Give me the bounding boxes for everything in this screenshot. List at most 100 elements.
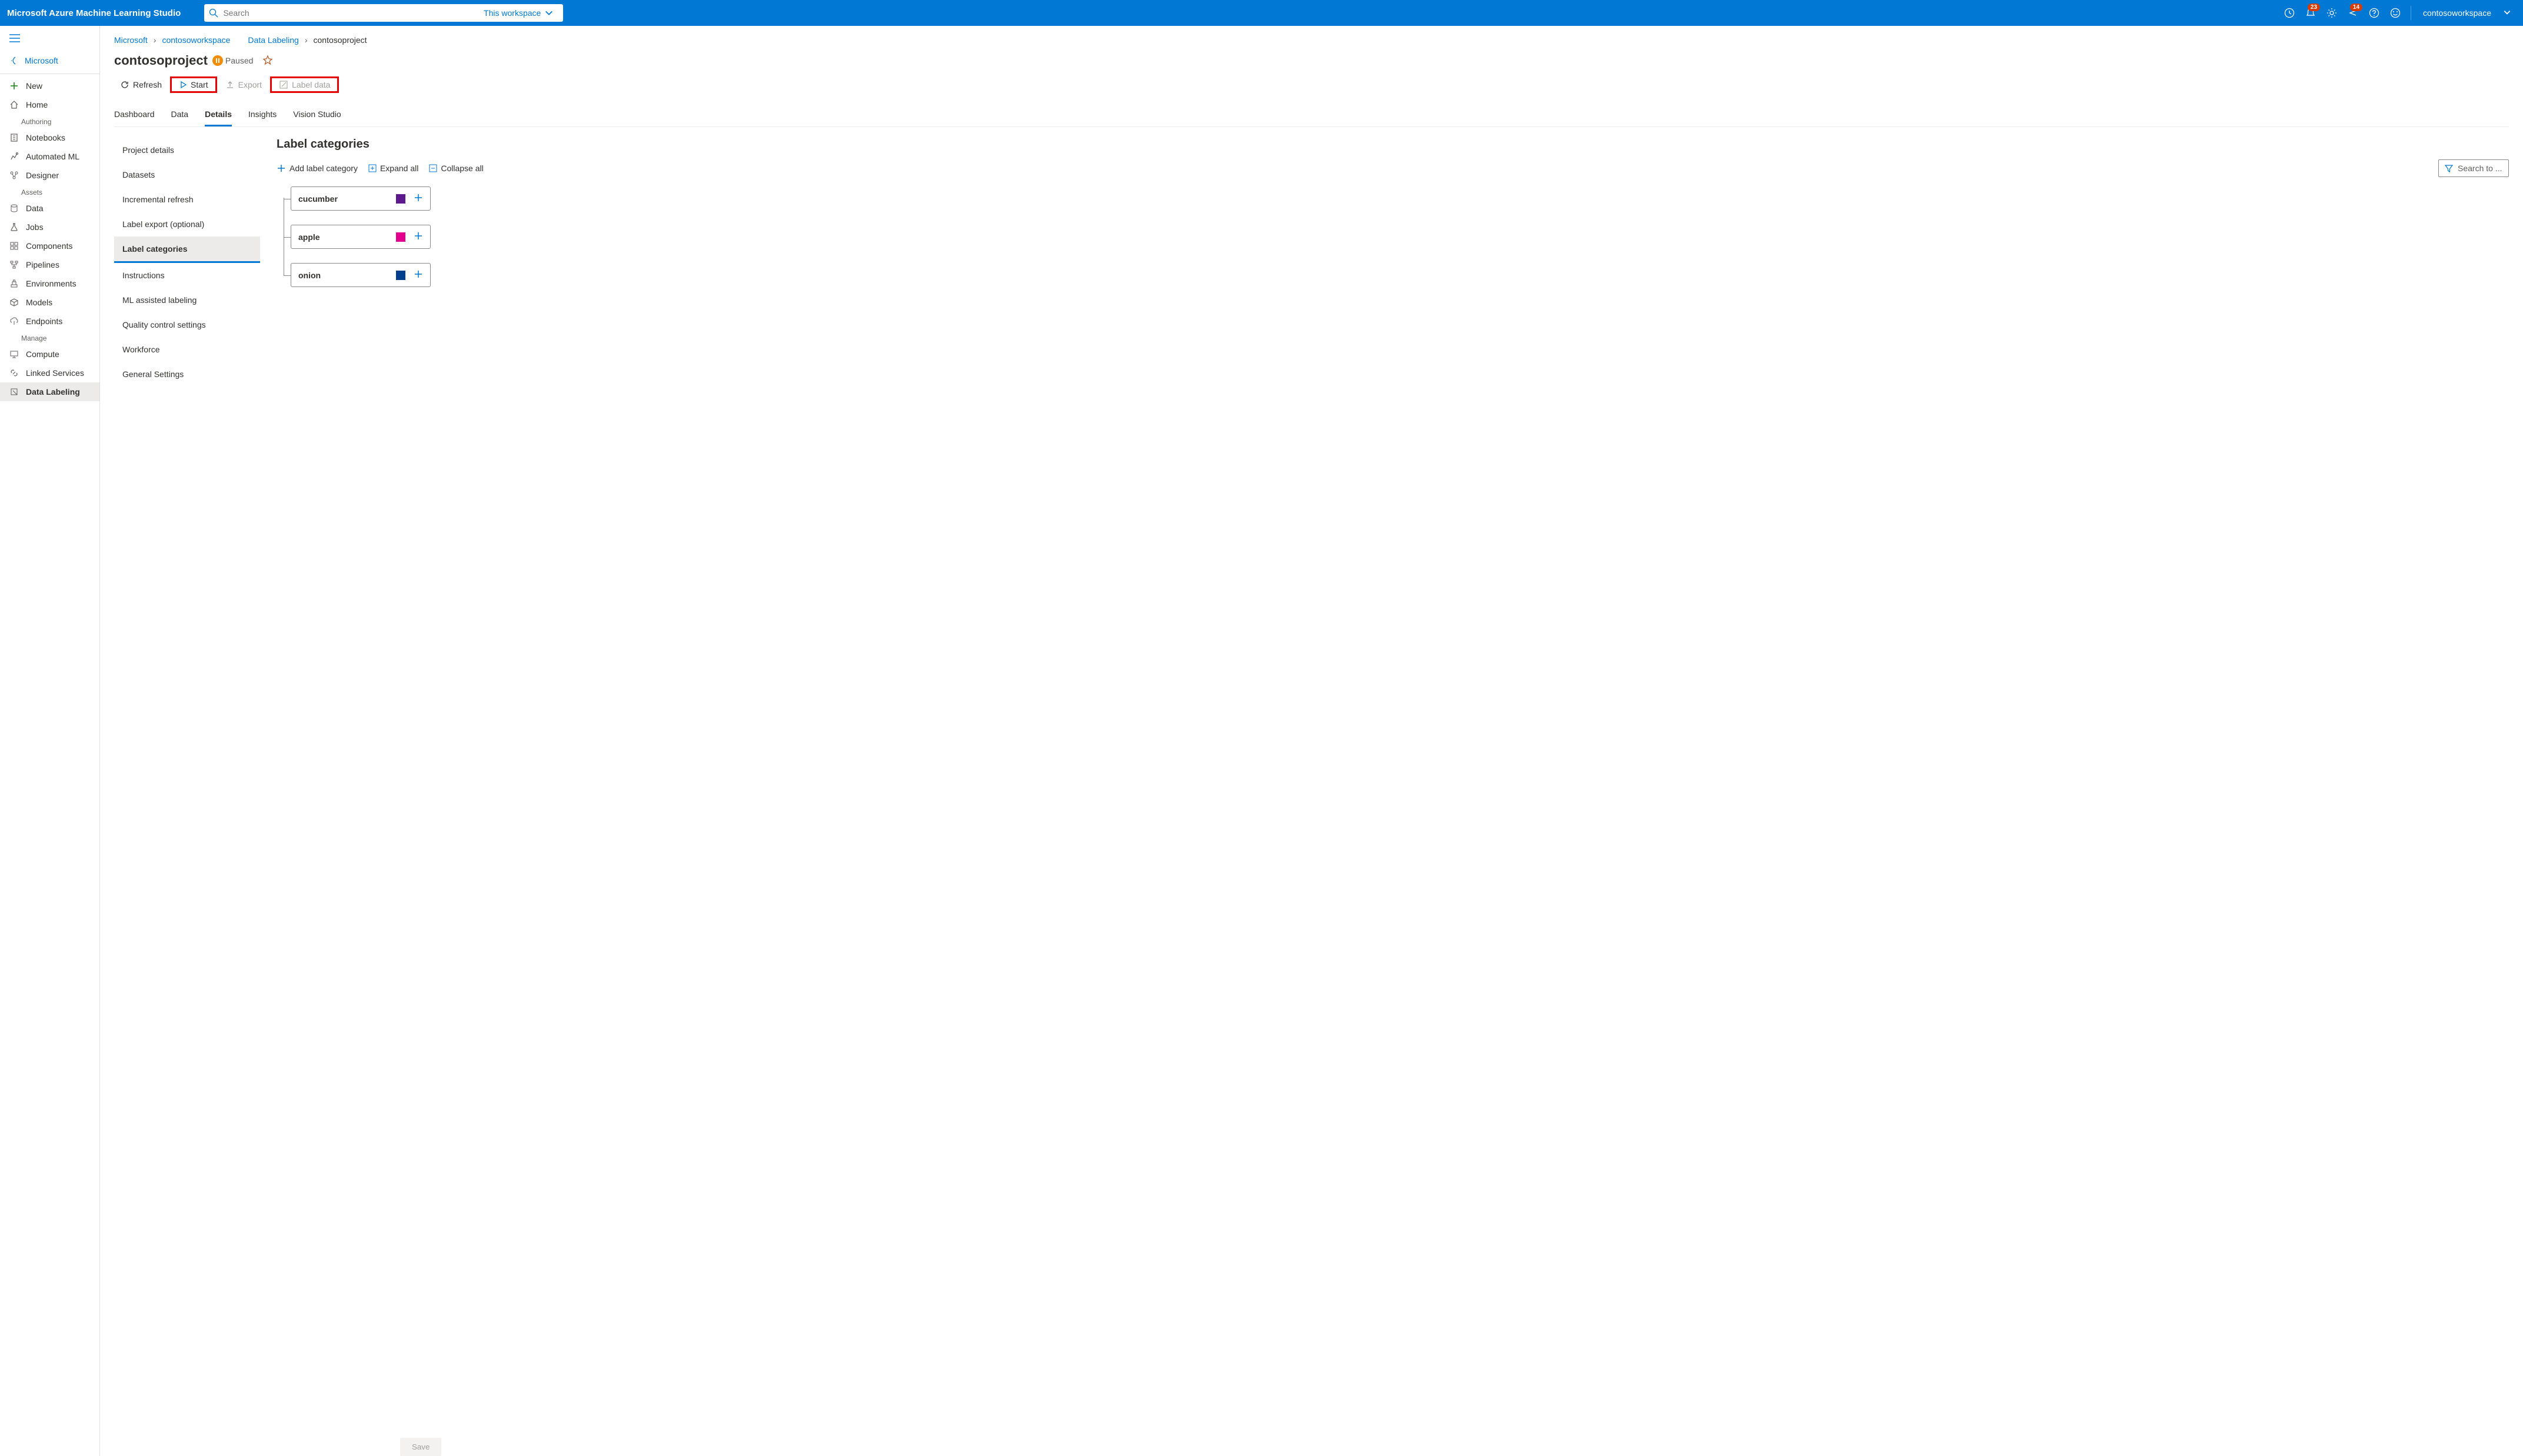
tab-details[interactable]: Details [205, 104, 232, 126]
nav-new[interactable]: New [0, 76, 99, 95]
data-icon [9, 204, 19, 213]
breadcrumb-root[interactable]: Microsoft [114, 35, 148, 45]
chevron-down-icon [2503, 8, 2511, 16]
add-sublabel-button[interactable] [414, 193, 423, 204]
back-link[interactable]: Microsoft [0, 50, 99, 71]
tab-data[interactable]: Data [171, 104, 189, 126]
add-label-category-button[interactable]: Add label category [277, 164, 358, 173]
nav-data-labeling[interactable]: Data Labeling [0, 382, 99, 401]
tab-dashboard[interactable]: Dashboard [114, 104, 155, 126]
breadcrumb-current: contosoproject [314, 35, 367, 45]
save-button[interactable]: Save [400, 1438, 441, 1456]
nav-endpoints[interactable]: Endpoints [0, 312, 99, 331]
tab-bar: Dashboard Data Details Insights Vision S… [114, 104, 2509, 127]
edit-icon [279, 80, 288, 89]
page-title: contosoproject [114, 53, 208, 68]
tab-vision-studio[interactable]: Vision Studio [293, 104, 341, 126]
endpoints-icon [9, 316, 19, 326]
search-input[interactable] [218, 8, 479, 18]
favorite-star[interactable] [262, 55, 273, 67]
chevron-down-icon [544, 8, 554, 18]
pipelines-icon [9, 260, 19, 269]
pause-icon [212, 55, 223, 66]
nav-components[interactable]: Components [0, 236, 99, 255]
color-swatch [396, 232, 405, 242]
help-icon[interactable] [2364, 0, 2385, 26]
feedback-icon[interactable] [2385, 0, 2406, 26]
subnav-label-export[interactable]: Label export (optional) [114, 212, 260, 236]
subnav-project-details[interactable]: Project details [114, 138, 260, 162]
add-sublabel-button[interactable] [414, 231, 423, 242]
nav-linked-services[interactable]: Linked Services [0, 364, 99, 382]
label-data-button[interactable]: Label data [270, 76, 339, 93]
link-icon [9, 368, 19, 378]
subnav-general-settings[interactable]: General Settings [114, 362, 260, 387]
nav-home[interactable]: Home [0, 95, 99, 114]
nav-compute[interactable]: Compute [0, 345, 99, 364]
filter-search[interactable]: Search to ... [2438, 159, 2509, 177]
subnav-workforce[interactable]: Workforce [114, 337, 260, 362]
back-arrow-icon [9, 56, 19, 65]
export-icon [225, 80, 235, 89]
search-icon [209, 8, 218, 18]
directory-badge: 14 [2350, 4, 2362, 11]
breadcrumb-section[interactable]: Data Labeling [248, 35, 298, 45]
breadcrumb: Microsoft › contosoworkspace Data Labeli… [114, 35, 2509, 45]
plus-icon [414, 193, 423, 202]
nav-pipelines[interactable]: Pipelines [0, 255, 99, 274]
notebook-icon [9, 133, 19, 142]
refresh-button[interactable]: Refresh [114, 76, 168, 93]
main-content: Microsoft › contosoworkspace Data Labeli… [100, 26, 2523, 1456]
notification-badge: 23 [2308, 4, 2320, 11]
top-header: Microsoft Azure Machine Learning Studio … [0, 0, 2523, 26]
directory-icon[interactable]: 14 [2342, 0, 2364, 26]
status-text: Paused [225, 56, 253, 65]
search-box[interactable]: This workspace [204, 4, 563, 22]
add-sublabel-button[interactable] [414, 269, 423, 281]
tab-insights[interactable]: Insights [248, 104, 277, 126]
nav-models[interactable]: Models [0, 293, 99, 312]
subnav-datasets[interactable]: Datasets [114, 162, 260, 187]
notifications-icon[interactable]: 23 [2300, 0, 2321, 26]
nav-designer[interactable]: Designer [0, 166, 99, 185]
subnav-ml-assisted[interactable]: ML assisted labeling [114, 288, 260, 312]
category-card[interactable]: onion [291, 263, 431, 287]
category-card[interactable]: cucumber [291, 186, 431, 211]
recent-icon[interactable] [2279, 0, 2300, 26]
section-manage: Manage [0, 331, 99, 345]
product-name: Microsoft Azure Machine Learning Studio [7, 8, 181, 18]
designer-icon [9, 171, 19, 180]
subnav-instructions[interactable]: Instructions [114, 263, 260, 288]
nav-notebooks[interactable]: Notebooks [0, 128, 99, 147]
category-card[interactable]: apple [291, 225, 431, 249]
nav-automl[interactable]: Automated ML [0, 147, 99, 166]
star-icon [262, 55, 273, 65]
details-subnav: Project details Datasets Incremental ref… [114, 138, 260, 387]
panel-heading: Label categories [277, 138, 2509, 151]
workspace-expand[interactable] [2498, 8, 2516, 18]
color-swatch [396, 271, 405, 280]
flask-icon [9, 222, 19, 232]
category-name: apple [298, 232, 396, 242]
subnav-label-categories[interactable]: Label categories [114, 236, 260, 263]
nav-data[interactable]: Data [0, 199, 99, 218]
workspace-name[interactable]: contosoworkspace [2416, 8, 2498, 18]
nav-jobs[interactable]: Jobs [0, 218, 99, 236]
export-button[interactable]: Export [219, 76, 268, 93]
search-scope-dropdown[interactable]: This workspace [479, 8, 558, 18]
filter-icon [2445, 164, 2453, 172]
start-button[interactable]: Start [170, 76, 217, 93]
nav-environments[interactable]: Environments [0, 274, 99, 293]
play-icon [179, 81, 187, 89]
subnav-quality-control[interactable]: Quality control settings [114, 312, 260, 337]
collapse-all-button[interactable]: Collapse all [429, 164, 483, 173]
expand-icon [368, 164, 377, 172]
breadcrumb-workspace[interactable]: contosoworkspace [162, 35, 230, 45]
expand-all-button[interactable]: Expand all [368, 164, 418, 173]
hamburger-menu[interactable] [0, 28, 99, 50]
environments-icon [9, 279, 19, 288]
subnav-incremental-refresh[interactable]: Incremental refresh [114, 187, 260, 212]
category-name: cucumber [298, 194, 396, 204]
settings-icon[interactable] [2321, 0, 2342, 26]
refresh-icon [120, 80, 129, 89]
